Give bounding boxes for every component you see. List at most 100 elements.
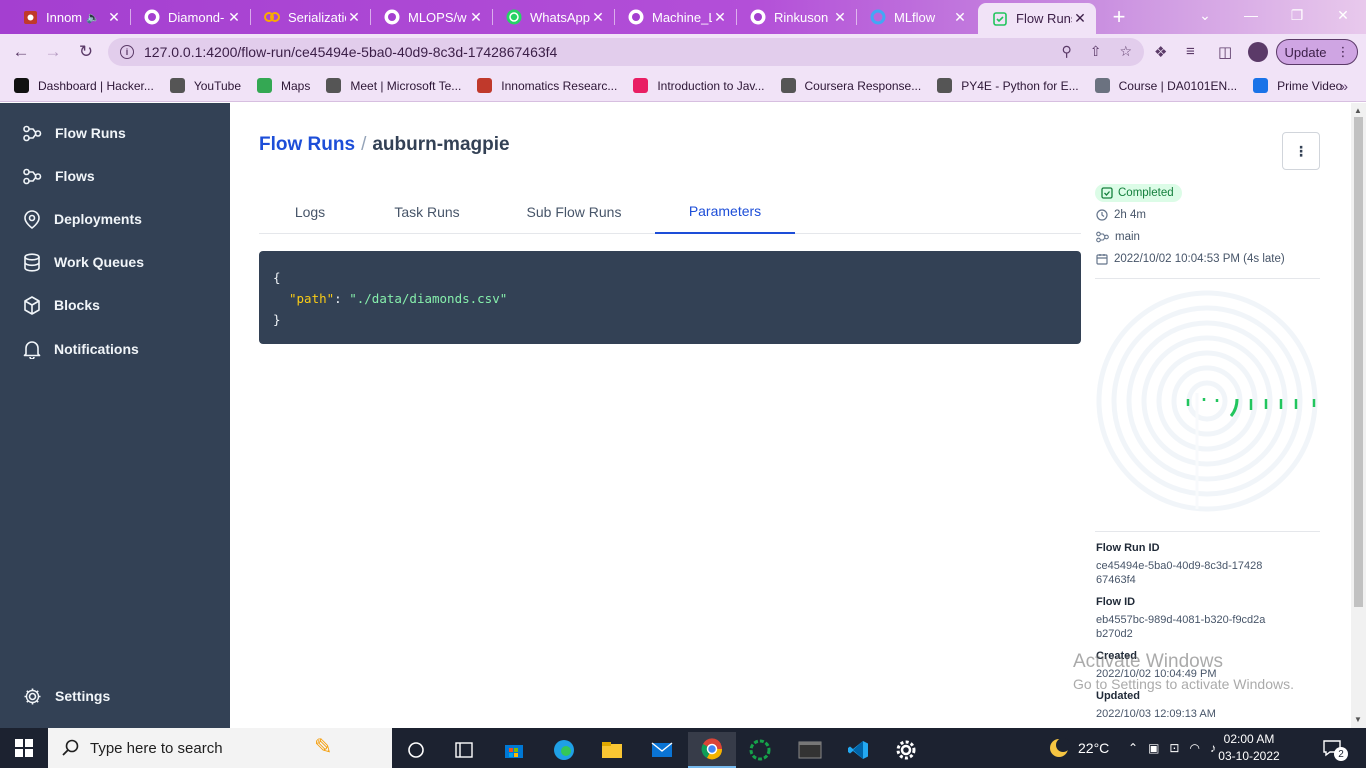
info-icon[interactable]: i xyxy=(120,45,134,59)
scroll-down-icon[interactable]: ▼ xyxy=(1354,715,1362,724)
tab-logs[interactable]: Logs xyxy=(259,189,361,234)
browser-tab-mlops[interactable]: MLOPS/w ✕ xyxy=(370,2,492,32)
reload-icon[interactable]: ↻ xyxy=(73,40,99,64)
prefect-icon xyxy=(992,11,1008,27)
settings-icon[interactable] xyxy=(882,732,930,768)
windows-start-button[interactable] xyxy=(0,728,48,768)
sidebar-item-flow-runs[interactable]: Flow Runs xyxy=(0,116,230,150)
bookmark-label: YouTube xyxy=(193,78,241,93)
browser-tab-machine-learning[interactable]: Machine_L ✕ xyxy=(614,2,736,32)
share-icon[interactable]: ⇧ xyxy=(1090,43,1102,60)
bookmark-star-icon[interactable]: ☆ xyxy=(1119,43,1132,60)
browser-tab-serialization[interactable]: Serializatio ✕ xyxy=(250,2,370,32)
back-icon[interactable]: ← xyxy=(8,40,34,64)
tab-parameters[interactable]: Parameters xyxy=(655,189,795,234)
bookmark-item[interactable]: Introduction to Jav... xyxy=(633,78,765,93)
scroll-thumb[interactable] xyxy=(1354,117,1363,607)
bookmark-item[interactable]: Coursera Response... xyxy=(780,78,921,93)
network-icon[interactable]: ⊡ xyxy=(1169,741,1179,755)
tab-search-icon[interactable]: ⌄ xyxy=(1182,0,1228,30)
close-icon[interactable]: ✕ xyxy=(468,9,484,26)
browser-tab-diamond[interactable]: Diamond- ✕ xyxy=(130,2,250,32)
breadcrumb-flow-runs-link[interactable]: Flow Runs xyxy=(259,134,355,155)
bookmark-item[interactable]: Course | DA0101EN... xyxy=(1094,78,1237,93)
search-icon xyxy=(62,739,79,756)
bookmark-label: Meet | Microsoft Te... xyxy=(350,78,462,93)
scroll-up-icon[interactable]: ▲ xyxy=(1354,106,1362,115)
windows-taskbar: Type here to search ✎ 22°C ⌃ ▣ ⊡ ◠ ♪ 02:… xyxy=(0,728,1366,768)
tab-task-runs[interactable]: Task Runs xyxy=(361,189,493,234)
taskbar-search-input[interactable]: Type here to search ✎ xyxy=(48,728,392,768)
extensions-icon[interactable]: ❖ xyxy=(1154,43,1167,61)
bookmark-item[interactable]: Prime Video xyxy=(1253,78,1342,93)
close-icon[interactable]: ✕ xyxy=(712,9,728,26)
bookmark-item[interactable]: Dashboard | Hacker... xyxy=(14,78,154,93)
bookmark-favicon-icon xyxy=(169,78,185,93)
volume-icon[interactable]: ♪ xyxy=(1210,741,1216,755)
sidebar-item-label: Flow Runs xyxy=(55,125,126,141)
close-icon[interactable]: ✕ xyxy=(226,9,242,26)
update-button[interactable]: Update ⋮ xyxy=(1276,39,1358,65)
flow-runs-icon xyxy=(23,125,42,141)
bookmark-item[interactable]: YouTube xyxy=(169,78,241,93)
edge-icon[interactable] xyxy=(540,732,588,768)
maximize-button[interactable]: ❐ xyxy=(1274,0,1320,30)
deployment-value[interactable]: main xyxy=(1115,231,1140,243)
notification-center-button[interactable]: 2 xyxy=(1322,728,1348,768)
minimize-button[interactable]: — xyxy=(1228,0,1274,30)
sidebar-item-deployments[interactable]: Deployments xyxy=(0,202,230,236)
speaker-icon[interactable]: 🔈 xyxy=(86,11,100,24)
bookmark-item[interactable]: PY4E - Python for E... xyxy=(937,78,1079,93)
bookmarks-overflow-icon[interactable]: » xyxy=(1340,78,1348,94)
sidebar-item-flows[interactable]: Flows xyxy=(0,159,230,193)
wifi-icon[interactable]: ◠ xyxy=(1189,741,1199,755)
close-icon[interactable]: ✕ xyxy=(1072,10,1088,27)
chevron-up-icon[interactable]: ⌃ xyxy=(1128,741,1138,755)
sidebar-item-settings[interactable]: Settings xyxy=(0,679,230,713)
weather-widget[interactable]: 22°C xyxy=(1048,728,1109,768)
bookmark-label: Introduction to Jav... xyxy=(657,78,765,93)
new-tab-button[interactable]: + xyxy=(1106,4,1132,30)
sidebar-item-notifications[interactable]: Notifications xyxy=(0,332,230,366)
tab-title: Serializatio xyxy=(288,9,346,25)
json-value: "./data/diamonds.csv" xyxy=(349,291,508,306)
close-icon[interactable]: ✕ xyxy=(952,9,968,26)
browser-tab-flow-runs[interactable]: Flow Runs ✕ xyxy=(978,3,1096,34)
mail-icon[interactable] xyxy=(638,732,686,768)
microsoft-store-icon[interactable] xyxy=(490,732,538,768)
sidebar-item-work-queues[interactable]: Work Queues xyxy=(0,245,230,279)
file-explorer-icon[interactable] xyxy=(588,732,636,768)
bookmark-item[interactable]: Maps xyxy=(257,78,310,93)
profile-avatar[interactable] xyxy=(1248,42,1268,62)
browser-tab-mlflow[interactable]: MLflow ✕ xyxy=(856,2,976,32)
window-close-button[interactable]: ✕ xyxy=(1320,0,1366,30)
widgets-icon[interactable] xyxy=(440,732,488,768)
chrome-taskbar-icon[interactable] xyxy=(688,732,736,768)
bookmark-item[interactable]: Meet | Microsoft Te... xyxy=(326,78,461,93)
task-view-icon[interactable] xyxy=(392,732,440,768)
browser-tab-innomatics[interactable]: Innom 🔈 ✕ xyxy=(8,2,130,32)
reading-list-icon[interactable]: ≡ xyxy=(1186,43,1195,60)
side-panel-icon[interactable]: ◫ xyxy=(1218,43,1232,61)
browser-tab-rinkuson[interactable]: Rinkuson ✕ xyxy=(736,2,856,32)
browser-tab-whatsapp[interactable]: WhatsApp ✕ xyxy=(492,2,614,32)
tab-sub-flow-runs[interactable]: Sub Flow Runs xyxy=(493,189,655,234)
page-scrollbar[interactable]: ▲ ▼ xyxy=(1351,103,1366,728)
close-icon[interactable]: ✕ xyxy=(590,9,606,26)
bookmark-item[interactable]: Innomatics Researc... xyxy=(477,78,617,93)
sidebar-item-blocks[interactable]: Blocks xyxy=(0,288,230,322)
zoom-icon[interactable]: ⚲ xyxy=(1061,43,1071,60)
taskbar-clock[interactable]: 02:00 AM 03-10-2022 xyxy=(1218,731,1280,765)
forward-icon[interactable]: → xyxy=(40,40,66,64)
terminal-icon[interactable] xyxy=(786,732,834,768)
url-text[interactable]: 127.0.0.1:4200/flow-run/ce45494e-5ba0-40… xyxy=(144,44,557,60)
url-bar[interactable]: i 127.0.0.1:4200/flow-run/ce45494e-5ba0-… xyxy=(108,38,1144,66)
clock-date: 03-10-2022 xyxy=(1218,749,1280,763)
vscode-icon[interactable] xyxy=(834,732,882,768)
close-icon[interactable]: ✕ xyxy=(832,9,848,26)
close-icon[interactable]: ✕ xyxy=(346,9,362,26)
close-icon[interactable]: ✕ xyxy=(106,9,122,26)
progress-app-icon[interactable] xyxy=(736,732,784,768)
meet-now-icon[interactable]: ▣ xyxy=(1148,741,1159,755)
github-icon xyxy=(750,9,766,25)
